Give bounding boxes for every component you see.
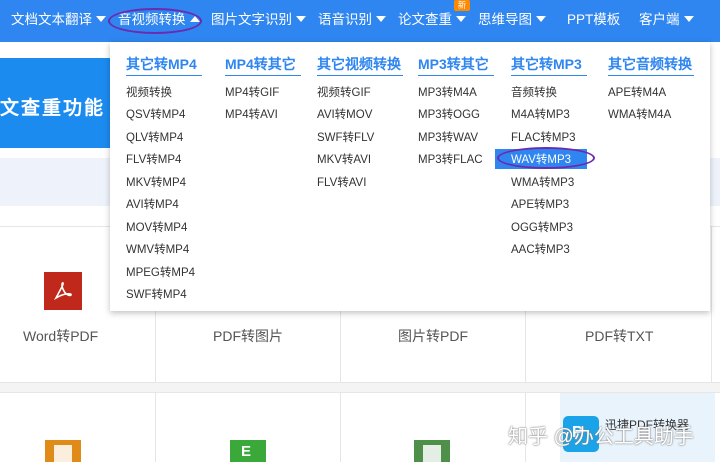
heading-underline — [317, 75, 403, 76]
menu-link[interactable]: MP4转GIF — [225, 84, 279, 100]
menu-link-highlighted[interactable]: WAV转MP3 — [495, 149, 588, 169]
menu-link[interactable]: MP3转FLAC — [418, 151, 483, 167]
menu-link[interactable]: FLV转AVI — [317, 174, 366, 190]
nav-label: PPT模板 — [567, 12, 621, 27]
menu-link[interactable]: APE转M4A — [608, 84, 666, 100]
chevron-down-icon — [376, 16, 386, 23]
menu-link[interactable]: 音频转换 — [511, 84, 557, 100]
menu-link[interactable]: MKV转AVI — [317, 151, 371, 167]
ppt-file-icon[interactable] — [45, 440, 81, 462]
menu-link[interactable]: MP4转AVI — [225, 106, 278, 122]
pdf-file-icon[interactable] — [414, 440, 450, 462]
card-pdf-to-image[interactable]: PDF转图片 — [213, 326, 283, 346]
menu-link[interactable]: FLAC转MP3 — [511, 129, 576, 145]
menu-link[interactable]: QLV转MP4 — [126, 129, 183, 145]
nav-mindmap[interactable]: 思维导图 — [478, 0, 546, 42]
menu-link[interactable]: MP3转M4A — [418, 84, 477, 100]
nav-label: 文档文本翻译 — [11, 12, 92, 27]
chevron-down-icon — [296, 16, 306, 23]
menu-link[interactable]: WMA转M4A — [608, 106, 671, 122]
column-heading: 其它视频转换 — [317, 56, 401, 72]
top-nav-bar: 文档文本翻译 音视频转换 图片文字识别 语音识别 论文查重 思维导图 PPT模板… — [0, 0, 720, 42]
chevron-down-icon — [456, 16, 466, 23]
nav-client[interactable]: 客户端 — [639, 0, 694, 42]
heading-underline — [608, 75, 694, 76]
card-word-to-pdf[interactable]: Word转PDF — [23, 326, 98, 346]
menu-link[interactable]: MP3转OGG — [418, 106, 480, 122]
menu-link[interactable]: MPEG转MP4 — [126, 264, 195, 280]
new-badge: 新 — [454, 0, 470, 11]
nav-ocr[interactable]: 图片文字识别 — [211, 0, 306, 42]
menu-link[interactable]: MKV转MP4 — [126, 174, 186, 190]
menu-link[interactable]: MP3转WAV — [418, 129, 478, 145]
watermark: 知乎 @办公工具助手 — [508, 426, 694, 448]
heading-underline — [418, 75, 494, 76]
nav-label: 图片文字识别 — [211, 12, 292, 27]
menu-link[interactable]: SWF转FLV — [317, 129, 374, 145]
chevron-down-icon — [536, 16, 546, 23]
av-convert-dropdown: 其它转MP4 MP4转其它 其它视频转换 MP3转其它 其它转MP3 其它音频转… — [110, 42, 710, 311]
menu-link[interactable]: APE转MP3 — [511, 196, 569, 212]
menu-link[interactable]: M4A转MP3 — [511, 106, 570, 122]
menu-link[interactable]: AVI转MP4 — [126, 196, 179, 212]
excel-file-icon[interactable]: E — [230, 440, 266, 462]
heading-underline — [511, 75, 587, 76]
column-heading: MP3转其它 — [418, 56, 489, 72]
nav-av-convert[interactable]: 音视频转换 — [118, 0, 200, 42]
menu-link[interactable]: MOV转MP4 — [126, 219, 187, 235]
menu-link[interactable]: WMV转MP4 — [126, 241, 189, 257]
nav-label: 语音识别 — [318, 12, 372, 27]
heading-underline — [225, 75, 301, 76]
menu-link[interactable]: SWF转MP4 — [126, 286, 187, 302]
divider — [0, 382, 720, 383]
nav-doc-translate[interactable]: 文档文本翻译 — [11, 0, 106, 42]
menu-link[interactable]: QSV转MP4 — [126, 106, 185, 122]
menu-link[interactable]: 视频转换 — [126, 84, 172, 100]
card-pdf-to-txt[interactable]: PDF转TXT — [585, 326, 653, 346]
menu-link[interactable]: OGG转MP3 — [511, 219, 573, 235]
chevron-down-icon — [683, 16, 694, 23]
hero-banner-text: 文查重功能 — [0, 98, 106, 119]
acrobat-icon — [54, 282, 72, 301]
menu-link[interactable]: AVI转MOV — [317, 106, 372, 122]
column-heading: MP4转其它 — [225, 56, 296, 72]
nav-label: 客户端 — [639, 12, 680, 27]
pdf-icon[interactable] — [44, 272, 82, 310]
excel-letter: E — [241, 443, 252, 460]
menu-link[interactable]: WMA转MP3 — [511, 174, 574, 190]
menu-link[interactable]: FLV转MP4 — [126, 151, 181, 167]
nav-label: 思维导图 — [478, 12, 532, 27]
chevron-up-icon — [189, 16, 200, 23]
menu-link[interactable]: 视频转GIF — [317, 84, 371, 100]
chevron-down-icon — [96, 16, 106, 23]
menu-link[interactable]: AAC转MP3 — [511, 241, 570, 257]
card-image-to-pdf[interactable]: 图片转PDF — [398, 326, 468, 346]
nav-label: 论文查重 — [398, 12, 452, 27]
column-heading: 其它转MP4 — [126, 56, 197, 72]
nav-speech[interactable]: 语音识别 — [318, 0, 386, 42]
column-heading: 其它音频转换 — [608, 56, 692, 72]
heading-underline — [126, 75, 202, 76]
nav-label: 音视频转换 — [118, 12, 186, 27]
column-heading: 其它转MP3 — [511, 56, 582, 72]
row-gap — [0, 383, 720, 392]
nav-ppt-template[interactable]: PPT模板 — [567, 0, 620, 42]
